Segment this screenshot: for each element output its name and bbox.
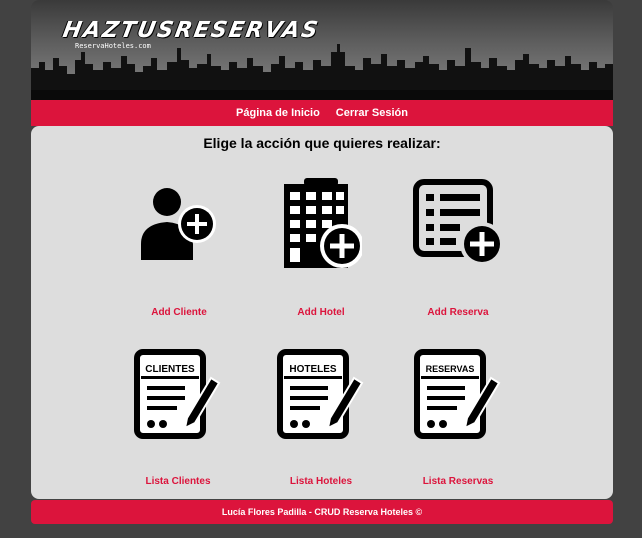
lista-clientes-tile[interactable]: CLIENTES Lista Clientes <box>108 348 248 488</box>
add-cliente-tile[interactable]: Add Cliente <box>109 184 249 324</box>
site-logo-subtitle: ReservaHoteles.com <box>75 42 151 50</box>
site-logo-title: HAZTUSRESERVAS <box>60 18 322 43</box>
lista-hoteles-link[interactable]: Lista Hoteles <box>251 476 391 487</box>
lista-reservas-link[interactable]: Lista Reservas <box>388 476 528 487</box>
lista-reservas-tile[interactable]: RESERVAS Lista Reservas <box>388 348 528 488</box>
document-edit-icon[interactable]: HOTELES <box>276 348 366 440</box>
document-title-text: HOTELES <box>289 364 337 375</box>
page-title: Elige la acción que quieres realizar: <box>203 135 441 151</box>
document-edit-icon[interactable]: RESERVAS <box>413 348 503 440</box>
footer-bar: Lucía Flores Padilla - CRUD Reserva Hote… <box>31 500 613 524</box>
add-hotel-icon[interactable] <box>280 178 362 270</box>
add-user-icon[interactable] <box>139 184 219 264</box>
lista-clientes-link[interactable]: Lista Clientes <box>108 476 248 487</box>
add-hotel-link[interactable]: Add Hotel <box>251 307 391 318</box>
add-list-icon[interactable] <box>412 178 504 268</box>
add-reserva-link[interactable]: Add Reserva <box>388 307 528 318</box>
header-banner: HAZTUSRESERVAS ReservaHoteles.com <box>31 0 613 100</box>
footer-text: Lucía Flores Padilla - CRUD Reserva Hote… <box>221 507 423 517</box>
document-title-text: CLIENTES <box>145 364 195 375</box>
main-content: Elige la acción que quieres realizar: Ad… <box>31 126 613 499</box>
add-cliente-link[interactable]: Add Cliente <box>109 307 249 318</box>
lista-hoteles-tile[interactable]: HOTELES Lista Hoteles <box>251 348 391 488</box>
main-nav: Página de Inicio Cerrar Sesión <box>31 100 613 126</box>
add-hotel-tile[interactable]: Add Hotel <box>251 178 391 324</box>
document-title-text: RESERVAS <box>426 364 475 374</box>
nav-logout-link[interactable]: Cerrar Sesión <box>336 107 408 119</box>
nav-home-link[interactable]: Página de Inicio <box>236 107 320 119</box>
add-reserva-tile[interactable]: Add Reserva <box>388 178 528 324</box>
document-edit-icon[interactable]: CLIENTES <box>133 348 223 440</box>
